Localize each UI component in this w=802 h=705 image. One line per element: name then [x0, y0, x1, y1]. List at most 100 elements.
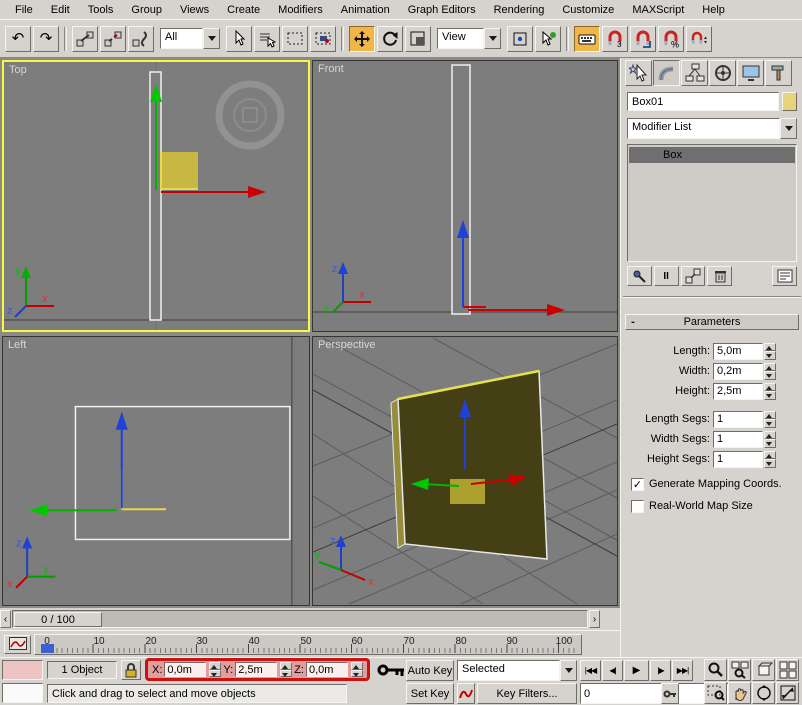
menu-maxscript[interactable]: MAXScript — [623, 2, 693, 18]
height-segs-field[interactable] — [713, 451, 763, 468]
select-and-manipulate-button[interactable] — [535, 26, 561, 52]
zoom-button[interactable] — [704, 659, 727, 681]
pan-view-button[interactable] — [728, 682, 751, 704]
time-slider-track[interactable]: 0 / 100 — [12, 610, 588, 628]
rectangular-selection-region-button[interactable] — [282, 26, 308, 52]
min-max-toggle-button[interactable] — [776, 682, 799, 704]
menu-tools[interactable]: Tools — [79, 2, 123, 18]
height-field[interactable] — [713, 383, 763, 400]
menu-modifiers[interactable]: Modifiers — [269, 2, 332, 18]
configure-modifier-sets-button[interactable] — [772, 266, 797, 286]
zoom-extents-button[interactable] — [752, 659, 775, 681]
coord-x-spinner[interactable] — [209, 662, 221, 677]
select-and-link-button[interactable] — [72, 26, 98, 52]
parameters-rollout-header[interactable]: - Parameters — [625, 314, 799, 330]
menu-views[interactable]: Views — [171, 2, 218, 18]
coord-z-spinner[interactable] — [351, 662, 363, 677]
use-pivot-point-center-button[interactable] — [507, 26, 533, 52]
zoom-all-button[interactable] — [728, 659, 751, 681]
tab-hierarchy[interactable] — [681, 60, 708, 86]
viewport-top-label[interactable]: Top — [9, 64, 27, 76]
checkbox-box[interactable]: ✓ — [631, 478, 644, 491]
select-object-button[interactable] — [226, 26, 252, 52]
time-slider-left-arrow[interactable]: ‹ — [0, 610, 11, 628]
select-and-rotate-button[interactable] — [377, 26, 403, 52]
real-world-map-size-checkbox[interactable]: Real-World Map Size — [631, 498, 802, 514]
length-field[interactable] — [713, 343, 763, 360]
selection-set-dropdown[interactable]: Selected — [457, 660, 577, 681]
selection-lock-toggle[interactable] — [121, 660, 141, 680]
viewport-perspective-label[interactable]: Perspective — [318, 339, 375, 351]
maxscript-mini-listener-macro[interactable] — [2, 660, 43, 680]
object-name-field[interactable] — [627, 92, 779, 111]
selection-filter-dropdown[interactable]: All — [160, 28, 220, 49]
height-segs-spinner[interactable] — [764, 451, 776, 468]
show-end-result-button[interactable]: II — [654, 266, 679, 286]
tab-create[interactable] — [625, 60, 652, 86]
generate-mapping-coords-checkbox[interactable]: ✓ Generate Mapping Coords. — [631, 476, 802, 492]
coord-y-spinner[interactable] — [280, 662, 292, 677]
make-unique-button[interactable] — [681, 266, 706, 286]
dropdown-arrow-icon[interactable] — [484, 28, 501, 49]
object-color-swatch[interactable] — [782, 92, 797, 111]
open-mini-curve-editor-button[interactable] — [4, 635, 31, 654]
go-to-end-button[interactable]: ▶▶| — [672, 660, 693, 681]
tab-modify[interactable] — [653, 60, 680, 86]
dropdown-arrow-icon[interactable] — [560, 660, 577, 681]
timeline-ruler[interactable]: 0 10 20 30 40 50 60 70 80 90 100 — [34, 634, 582, 655]
coord-z-field[interactable]: 0,0m — [306, 662, 348, 677]
menu-customize[interactable]: Customize — [553, 2, 623, 18]
key-mode-toggle-button[interactable] — [661, 683, 679, 704]
tab-motion[interactable] — [709, 60, 736, 86]
tab-display[interactable] — [737, 60, 764, 86]
length-segs-field[interactable] — [713, 411, 763, 428]
viewport-left[interactable]: Left z y x — [2, 336, 310, 606]
width-segs-spinner[interactable] — [764, 431, 776, 448]
zoom-extents-all-button[interactable] — [776, 659, 799, 681]
modifier-list-dropdown[interactable]: Modifier List — [627, 118, 797, 139]
key-filters-button[interactable]: Key Filters... — [477, 683, 577, 704]
previous-frame-button[interactable]: ◀| — [602, 660, 623, 681]
menu-create[interactable]: Create — [218, 2, 269, 18]
reference-coordinate-system-dropdown[interactable]: View — [437, 28, 501, 49]
maxscript-mini-listener[interactable] — [2, 683, 43, 703]
viewport-perspective[interactable]: Perspective — [312, 336, 618, 606]
menu-edit[interactable]: Edit — [42, 2, 79, 18]
spinner-snap-toggle-button[interactable] — [686, 26, 712, 52]
angle-snap-toggle-button[interactable] — [630, 26, 656, 52]
viewport-left-label[interactable]: Left — [8, 339, 26, 351]
dropdown-arrow-icon[interactable] — [203, 28, 220, 49]
play-animation-button[interactable]: ▶ — [624, 660, 649, 681]
go-to-start-button[interactable]: |◀◀ — [580, 660, 601, 681]
zoom-region-button[interactable] — [704, 682, 727, 704]
length-spinner[interactable] — [764, 343, 776, 360]
dropdown-arrow-icon[interactable] — [780, 118, 797, 139]
width-spinner[interactable] — [764, 363, 776, 380]
redo-button[interactable]: ↷ — [33, 26, 59, 52]
select-and-scale-button[interactable] — [405, 26, 431, 52]
viewport-front-label[interactable]: Front — [318, 63, 344, 75]
arc-rotate-button[interactable] — [752, 682, 775, 704]
menu-group[interactable]: Group — [122, 2, 171, 18]
remove-modifier-button[interactable] — [707, 266, 732, 286]
window-crossing-toggle[interactable] — [310, 26, 336, 52]
coord-y-field[interactable]: 2,5m — [235, 662, 277, 677]
width-segs-field[interactable] — [713, 431, 763, 448]
bind-to-space-warp-button[interactable] — [128, 26, 154, 52]
menu-animation[interactable]: Animation — [332, 2, 399, 18]
select-and-move-button[interactable] — [349, 26, 375, 52]
menu-help[interactable]: Help — [693, 2, 734, 18]
time-slider-thumb[interactable]: 0 / 100 — [14, 612, 102, 627]
modifier-stack-item-box[interactable]: Box — [629, 147, 795, 163]
undo-button[interactable]: ↶ — [5, 26, 31, 52]
percent-snap-toggle-button[interactable]: % — [658, 26, 684, 52]
menu-rendering[interactable]: Rendering — [485, 2, 554, 18]
tab-utilities[interactable] — [765, 60, 792, 86]
coord-x-field[interactable]: 0,0m — [164, 662, 206, 677]
checkbox-box[interactable] — [631, 500, 644, 513]
viewport-top[interactable]: Top y — [2, 60, 310, 332]
next-frame-button[interactable]: |▶ — [650, 660, 671, 681]
menu-file[interactable]: File — [6, 2, 42, 18]
pin-stack-button[interactable] — [627, 266, 652, 286]
modifier-stack-list[interactable]: Box — [627, 144, 797, 262]
